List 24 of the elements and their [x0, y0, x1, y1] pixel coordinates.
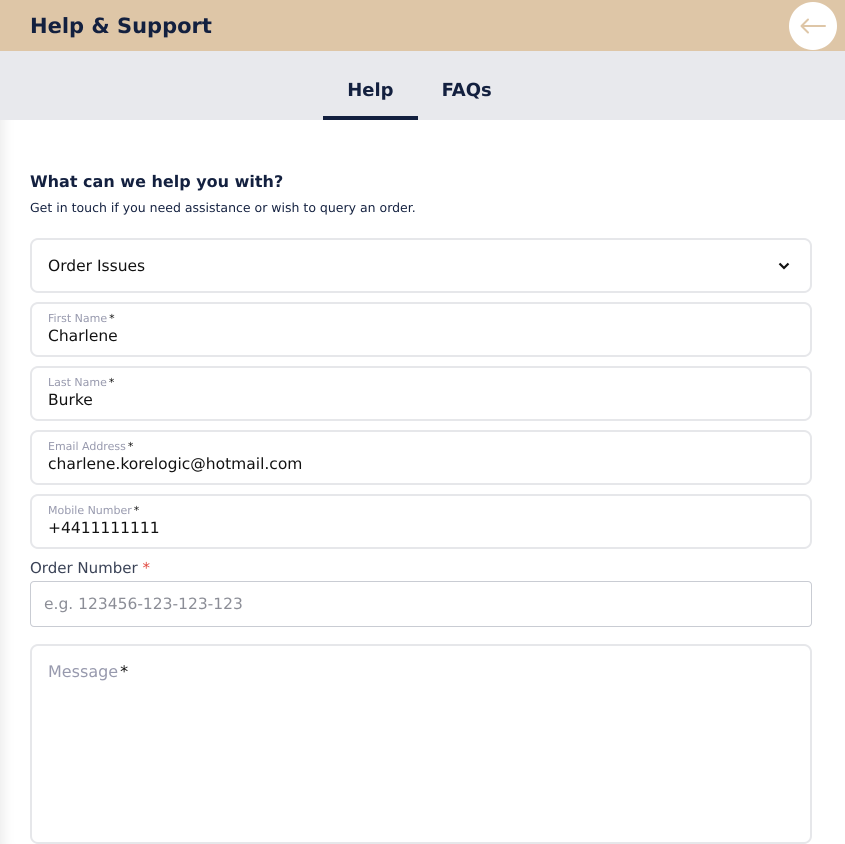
text-field[interactable]: Last Name * Burke: [30, 366, 812, 421]
tab[interactable]: FAQs: [418, 70, 516, 120]
arrow-left-icon: [800, 18, 826, 34]
back-button[interactable]: [789, 2, 837, 50]
tab[interactable]: Help: [323, 70, 418, 120]
page-title: Help & Support: [30, 14, 212, 38]
text-field[interactable]: Email Address * charlene.korelogic@hotmail.com: [30, 430, 812, 485]
order-number-field[interactable]: e.g. 123456-123-123-123: [30, 581, 812, 627]
field-value: Burke: [48, 391, 93, 409]
field-value: +4411111111: [48, 519, 160, 537]
field-value: Charlene: [48, 327, 118, 345]
field-label: Email Address *: [48, 440, 134, 453]
field-value: charlene.korelogic@hotmail.com: [48, 455, 302, 473]
text-field[interactable]: First Name * Charlene: [30, 302, 812, 357]
section-description: Get in touch if you need assistance or wish to query an order.: [30, 200, 417, 215]
text-field[interactable]: Mobile Number * +4411111111: [30, 494, 812, 549]
field-label: Order Number *: [30, 559, 150, 577]
chevron-down-icon: [778, 262, 790, 270]
message-field[interactable]: Message*: [30, 644, 812, 844]
field-label: Last Name *: [48, 376, 114, 389]
field-label: Mobile Number *: [48, 504, 140, 517]
section-heading: What can we help you with?: [30, 172, 284, 191]
field-label: First Name *: [48, 312, 115, 325]
topic-select[interactable]: Order Issues: [30, 238, 812, 293]
